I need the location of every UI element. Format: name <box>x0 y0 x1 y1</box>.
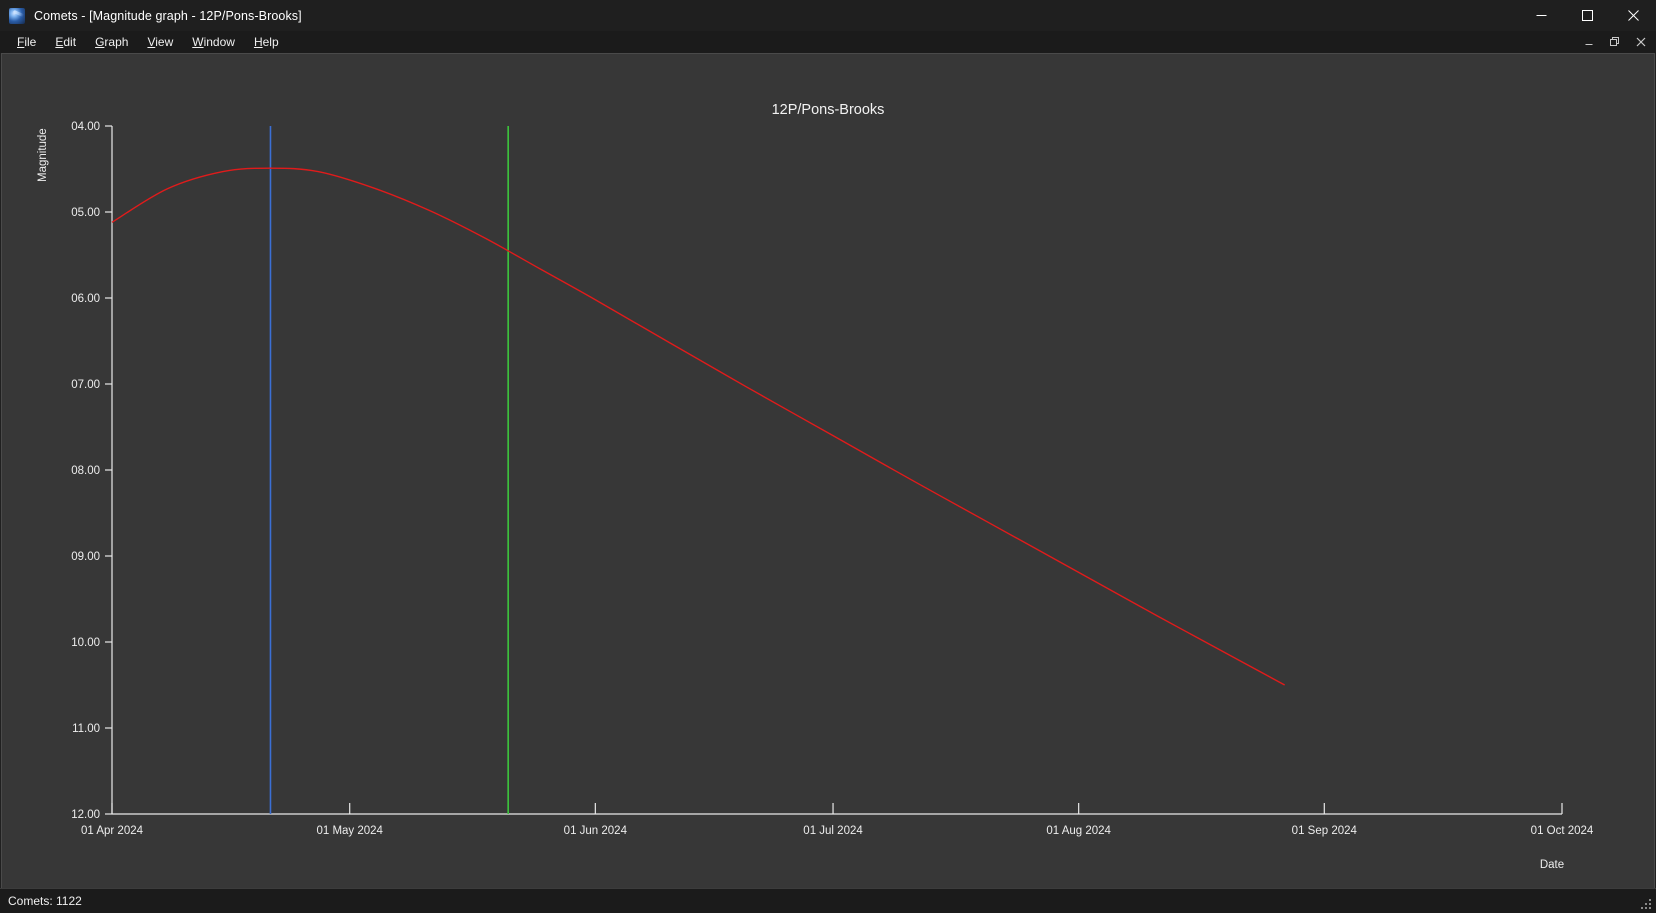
magnitude-curve <box>111 167 1286 686</box>
comet-icon <box>9 7 25 24</box>
menu-item-file[interactable]: File <box>8 33 46 51</box>
close-icon <box>1627 10 1639 21</box>
minimize-button[interactable] <box>1518 0 1564 31</box>
y-tick-label: 10.00 <box>71 637 100 649</box>
menu-item-window-label: indow <box>203 35 235 49</box>
mdi-restore-button[interactable] <box>1602 32 1628 52</box>
x-tick-label: 01 Oct 2024 <box>1531 825 1594 837</box>
x-tick-label: 01 May 2024 <box>316 825 383 837</box>
menu-bar: File Edit Graph View Window Help <box>0 31 1656 53</box>
resize-grip-icon[interactable] <box>1639 897 1653 911</box>
application-window: Comets - [Magnitude graph - 12P/Pons-Bro… <box>0 0 1656 913</box>
menu-item-file-label: ile <box>24 35 37 49</box>
maximize-button[interactable] <box>1564 0 1610 31</box>
status-comet-count: Comets: 1122 <box>8 894 82 908</box>
window-title: Comets - [Magnitude graph - 12P/Pons-Bro… <box>34 8 302 23</box>
menu-item-edit[interactable]: Edit <box>46 33 86 51</box>
y-tick-label: 12.00 <box>71 809 100 821</box>
y-tick-label: 11.00 <box>72 723 100 735</box>
x-tick-label: 01 Aug 2024 <box>1046 825 1111 837</box>
x-tick-label: 01 Sep 2024 <box>1292 825 1358 837</box>
x-tick-label: 01 Apr 2024 <box>81 825 144 837</box>
x-tick-label: 01 Jun 2024 <box>564 825 628 837</box>
menu-item-help[interactable]: Help <box>245 33 289 51</box>
y-tick-label: 05.00 <box>71 207 100 219</box>
mdi-window-controls <box>1576 31 1654 53</box>
window-controls <box>1518 0 1656 31</box>
mdi-minimize-icon <box>1585 44 1593 45</box>
y-axis-title: Magnitude <box>37 128 49 182</box>
x-axis-title: Date <box>1540 859 1564 871</box>
menu-item-window[interactable]: Window <box>183 33 245 51</box>
y-tick-label: 04.00 <box>71 121 100 133</box>
y-axis: 04.00 05.00 06.00 07.00 08.00 09.00 10.00 11.00… <box>71 121 113 821</box>
menu-item-graph[interactable]: Graph <box>86 33 138 51</box>
minimize-icon <box>1536 15 1546 16</box>
title-bar[interactable]: Comets - [Magnitude graph - 12P/Pons-Bro… <box>0 0 1656 31</box>
menu-accel: H <box>253 35 263 49</box>
menu-accel: W <box>192 35 204 49</box>
close-button[interactable] <box>1610 0 1656 31</box>
mdi-close-icon <box>1636 37 1646 47</box>
menu-item-view-label: iew <box>155 35 174 49</box>
mdi-close-button[interactable] <box>1628 32 1654 52</box>
y-tick-label: 08.00 <box>71 465 100 477</box>
menu-accel: G <box>95 35 105 49</box>
x-tick-label: 01 Jul 2024 <box>803 825 863 837</box>
y-tick-label: 06.00 <box>71 293 100 305</box>
mdi-restore-icon <box>1610 37 1619 46</box>
menu-item-view[interactable]: View <box>138 33 183 51</box>
mdi-minimize-button[interactable] <box>1576 32 1602 52</box>
y-tick-label: 07.00 <box>71 379 100 391</box>
marker-lines <box>269 126 509 814</box>
menu-item-graph-label: raph <box>104 35 129 49</box>
y-tick-label: 09.00 <box>71 551 100 563</box>
magnitude-graph: 12P/Pons-Brooks 04.00 05.00 06.00 07.00 08.0… <box>2 54 1654 888</box>
x-axis: 01 Apr 2024 01 May 2024 01 Jun 2024 01 Jul … <box>81 803 1594 837</box>
chart-canvas: 04.00 05.00 06.00 07.00 08.00 09.00 10.00 11.00… <box>37 121 1594 871</box>
menu-item-help-label: elp <box>262 35 279 49</box>
menu-item-edit-label: dit <box>63 35 77 49</box>
status-bar: Comets: 1122 <box>0 888 1656 913</box>
maximize-icon <box>1581 10 1593 21</box>
mdi-client-area: 12P/Pons-Brooks 04.00 05.00 06.00 07.00 08.0… <box>1 53 1655 888</box>
